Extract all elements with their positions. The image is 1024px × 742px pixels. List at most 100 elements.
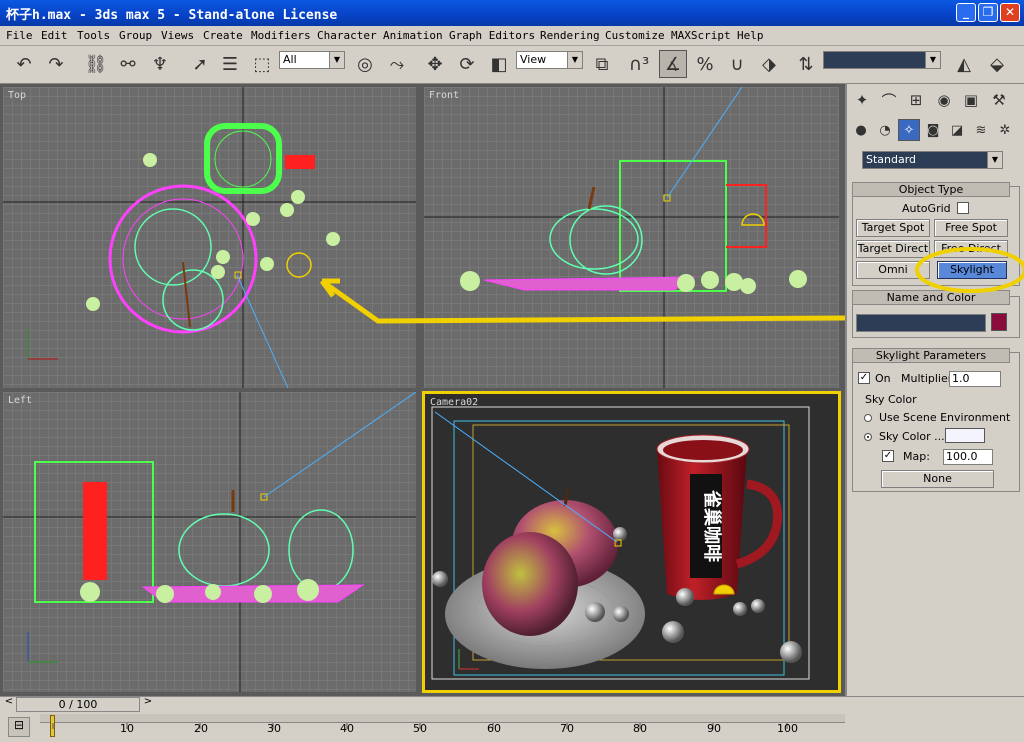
shapes-icon[interactable]: ◔ (874, 119, 896, 141)
mug-handle-left (83, 482, 107, 580)
menu-rendering[interactable]: Rendering (540, 29, 600, 42)
map-checkbox[interactable]: ✓ (882, 450, 894, 462)
omni-button[interactable]: Omni (856, 261, 930, 279)
viewport-camera[interactable]: Camera02 雀巢咖啡 (422, 391, 841, 693)
menu-group[interactable]: Group (119, 29, 152, 42)
top-view-wireframe (3, 87, 416, 388)
menu-edit[interactable]: Edit (41, 29, 68, 42)
apple-front-1 (549, 208, 639, 270)
spinner-snap-icon[interactable]: ∪ (723, 50, 751, 78)
use-scene-env-label: Use Scene Environment (879, 411, 1011, 424)
close-button[interactable]: ✕ (1000, 3, 1020, 22)
timeline-tick: 100 (777, 722, 798, 735)
reference-coord-dropdown[interactable]: View ▼ (516, 51, 583, 69)
free-direct-button[interactable]: Free Direct (934, 240, 1008, 258)
display-tab-icon[interactable]: ▣ (958, 87, 984, 113)
autogrid-checkbox[interactable] (957, 202, 969, 214)
minimize-button[interactable]: _ (956, 3, 976, 22)
rollout-header-object-type[interactable]: Object Type (852, 182, 1010, 197)
pivot-point-icon[interactable]: ⧉ (588, 50, 616, 78)
viewport-area: Top Front Left Camera02 雀巢咖啡 (0, 84, 845, 696)
viewport-front[interactable]: Front (424, 87, 839, 388)
create-tab-icon[interactable]: ✦ (849, 87, 875, 113)
sky-color-swatch[interactable] (945, 428, 985, 443)
menu-file[interactable]: File (6, 29, 33, 42)
undo-icon[interactable]: ↶ (10, 50, 38, 78)
percent-snap-icon[interactable]: % (691, 50, 719, 78)
map-label: Map: (903, 450, 930, 463)
named-selection-abc-icon[interactable]: ⇅ (792, 50, 820, 78)
helpers-icon[interactable]: ◪ (946, 119, 968, 141)
command-panel: ✦ ⌒ ⊞ ◉ ▣ ⚒ ● ◔ ✧ ◙ ◪ ≋ ✲ Standard ▼ Obj… (845, 84, 1024, 696)
track-bar-toggle-icon[interactable]: ⊟ (8, 717, 30, 737)
window-title: 杯子h.max - 3ds max 5 - Stand-alone Licens… (6, 8, 338, 23)
space-warps-icon[interactable]: ≋ (970, 119, 992, 141)
select-and-rotate-icon[interactable]: ⟳ (453, 50, 481, 78)
track-bar[interactable] (40, 714, 845, 723)
geometry-icon[interactable]: ● (850, 119, 872, 141)
select-and-scale-icon[interactable]: ◧ (485, 50, 513, 78)
rectangular-selection-icon[interactable]: ⬚ (248, 50, 276, 78)
timeline-tick: 30 (267, 722, 281, 735)
menu-views[interactable]: Views (161, 29, 194, 42)
cameras-icon[interactable]: ◙ (922, 119, 944, 141)
named-selection-dropdown[interactable]: ▼ (823, 51, 941, 69)
menu-graph-editors[interactable]: Graph Editors (449, 29, 535, 42)
select-by-name-icon[interactable]: ☰ (216, 50, 244, 78)
map-amount-spinner[interactable]: 100.0 (943, 449, 993, 465)
menu-maxscript[interactable]: MAXScript (671, 29, 731, 42)
map-none-button[interactable]: None (881, 470, 994, 488)
angle-snap-icon[interactable]: ∡ (659, 50, 687, 78)
align-icon[interactable]: ⬙ (983, 50, 1011, 78)
motion-tab-icon[interactable]: ◉ (931, 87, 957, 113)
unlink-icon[interactable]: ⚯ (114, 50, 142, 78)
redo-icon[interactable]: ↷ (42, 50, 70, 78)
viewport-left[interactable]: Left (3, 392, 416, 692)
snap-toggle-icon[interactable]: ∩³ (625, 50, 653, 78)
selection-filter-dropdown[interactable]: All ▼ (279, 51, 345, 69)
systems-icon[interactable]: ✲ (994, 119, 1016, 141)
lights-icon[interactable]: ✧ (898, 119, 920, 141)
prev-frame-icon[interactable]: < (3, 696, 15, 712)
utilities-tab-icon[interactable]: ⚒ (986, 87, 1012, 113)
menu-tools[interactable]: Tools (77, 29, 110, 42)
edit-named-selection-icon[interactable]: ⬗ (755, 50, 783, 78)
rollout-header-skylight[interactable]: Skylight Parameters (852, 348, 1010, 363)
time-slider[interactable]: 0 / 100 (16, 697, 140, 712)
object-color-swatch[interactable] (991, 313, 1007, 331)
select-and-move-icon[interactable]: ✥ (421, 50, 449, 78)
target-spot-button[interactable]: Target Spot (856, 219, 930, 237)
free-spot-button[interactable]: Free Spot (934, 219, 1008, 237)
front-view-wireframe (424, 87, 839, 388)
menu-character[interactable]: Character (317, 29, 377, 42)
title-bar: 杯子h.max - 3ds max 5 - Stand-alone Licens… (0, 0, 1024, 26)
maximize-button[interactable]: ❐ (978, 3, 998, 22)
category-dropdown[interactable]: Standard ▼ (862, 151, 1003, 169)
mug-label-text: 雀巢咖啡 (701, 489, 723, 562)
select-and-manipulate-icon[interactable]: ◎ (351, 50, 379, 78)
timeline-tick: 70 (560, 722, 574, 735)
select-and-link-icon[interactable]: ⛓ (82, 50, 110, 78)
multiplier-spinner[interactable]: 1.0 (949, 371, 1001, 387)
mirror-icon[interactable]: ◭ (950, 50, 978, 78)
menu-customize[interactable]: Customize (605, 29, 665, 42)
skylight-button[interactable]: Skylight (937, 261, 1007, 279)
viewport-top[interactable]: Top (3, 87, 416, 388)
use-scene-env-radio[interactable] (864, 414, 872, 422)
menu-animation[interactable]: Animation (383, 29, 443, 42)
skylight-on-checkbox[interactable]: ✓ (858, 372, 870, 384)
modify-tab-icon[interactable]: ⌒ (876, 87, 902, 113)
menu-create[interactable]: Create (203, 29, 243, 42)
select-move-crossing-icon[interactable]: ⤳ (383, 50, 411, 78)
bind-space-warp-icon[interactable]: ♆ (146, 50, 174, 78)
menu-modifiers[interactable]: Modifiers (251, 29, 311, 42)
hierarchy-tab-icon[interactable]: ⊞ (903, 87, 929, 113)
selection-filter-value: All (283, 53, 297, 66)
rollout-header-name-color[interactable]: Name and Color (852, 290, 1010, 305)
sky-color-radio[interactable] (864, 433, 872, 441)
menu-help[interactable]: Help (737, 29, 764, 42)
select-object-icon[interactable]: ➚ (186, 50, 214, 78)
target-direct-button[interactable]: Target Direct (856, 240, 930, 258)
object-name-field[interactable] (856, 314, 986, 332)
next-frame-icon[interactable]: > (142, 696, 154, 712)
